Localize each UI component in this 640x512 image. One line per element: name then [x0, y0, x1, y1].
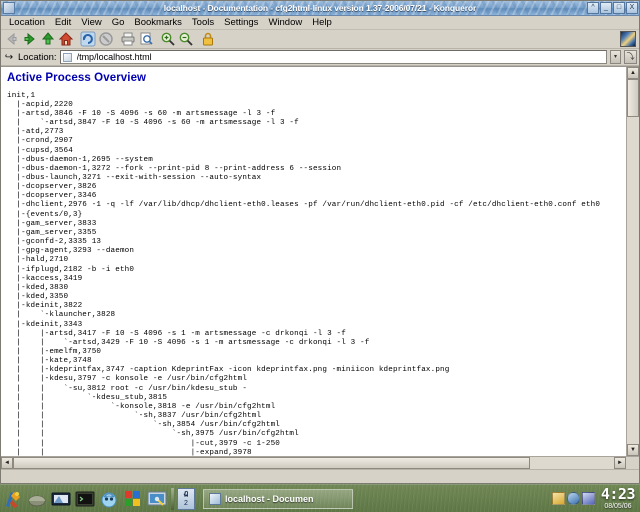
- kmix-tray-icon[interactable]: [581, 492, 595, 505]
- home-icon[interactable]: [58, 31, 74, 47]
- control-center-icon[interactable]: [146, 488, 168, 510]
- zoom-out-icon[interactable]: [178, 31, 194, 47]
- print-icon[interactable]: [120, 31, 136, 47]
- menu-location[interactable]: Location: [4, 16, 50, 29]
- menu-go[interactable]: Go: [107, 16, 130, 29]
- window-controls: ^ _ □ X: [587, 2, 638, 14]
- desktop-pager[interactable]: ฏ 2: [177, 487, 195, 510]
- horizontal-scroll-track[interactable]: [13, 457, 614, 469]
- menu-view[interactable]: View: [76, 16, 106, 29]
- menu-window[interactable]: Window: [263, 16, 307, 29]
- scroll-up-button[interactable]: ▲: [627, 67, 639, 79]
- security-lock-icon[interactable]: [200, 31, 216, 47]
- horizontal-scroll-thumb[interactable]: [13, 457, 530, 469]
- location-input-wrapper[interactable]: [59, 50, 607, 64]
- close-button[interactable]: X: [626, 2, 638, 14]
- klipper-tray-icon[interactable]: [551, 492, 565, 505]
- content-area: Active Process Overview init,1 |-acpid,2…: [1, 66, 639, 456]
- task-label: localhost - Documen: [225, 493, 314, 504]
- kpackage-icon[interactable]: [122, 488, 144, 510]
- file-manager-icon[interactable]: [50, 488, 72, 510]
- process-tree-output: init,1 |-acpid,2220 |-artsd,3846 -F 10 -…: [7, 91, 601, 456]
- konqueror-logo-icon[interactable]: [620, 31, 636, 47]
- stop-icon[interactable]: [98, 31, 114, 47]
- menu-edit[interactable]: Edit: [50, 16, 76, 29]
- page-favicon-icon: [62, 52, 72, 62]
- location-bar: ↪ Location: ▾ ⤵: [1, 49, 639, 66]
- html-page-view[interactable]: Active Process Overview init,1 |-acpid,2…: [1, 67, 626, 456]
- taskbar-divider: [171, 487, 174, 510]
- reload-icon[interactable]: [80, 31, 96, 47]
- forward-icon[interactable]: [22, 31, 38, 47]
- location-clear-button[interactable]: ⤵: [624, 50, 637, 64]
- scroll-right-button[interactable]: ►: [614, 457, 626, 469]
- clock-time: 4:23: [600, 485, 636, 503]
- vertical-scrollbar[interactable]: ▲ ▼: [626, 67, 639, 456]
- scroll-down-button[interactable]: ▼: [627, 444, 639, 456]
- pager-desktop-number: 2: [184, 499, 188, 507]
- clock-date: 08/05/06: [604, 503, 632, 510]
- task-list: localhost - Documen: [197, 488, 550, 509]
- location-arrow-icon: ↪: [4, 51, 14, 63]
- system-tray: [551, 492, 595, 505]
- pager-icon: ฏ: [183, 489, 189, 497]
- shade-button[interactable]: ^: [587, 2, 599, 14]
- zoom-in-icon[interactable]: [160, 31, 176, 47]
- menu-help[interactable]: Help: [307, 16, 337, 29]
- menu-settings[interactable]: Settings: [219, 16, 263, 29]
- print-preview-icon[interactable]: [138, 31, 154, 47]
- minimize-button[interactable]: _: [600, 2, 612, 14]
- show-desktop-icon[interactable]: [26, 488, 48, 510]
- back-icon[interactable]: [4, 31, 20, 47]
- scroll-left-button[interactable]: ◄: [1, 457, 13, 469]
- taskbar-task-konqueror[interactable]: localhost - Documen: [203, 488, 353, 509]
- vertical-scroll-thumb[interactable]: [627, 79, 639, 117]
- kmenu-icon[interactable]: [2, 488, 24, 510]
- network-tray-icon[interactable]: [566, 492, 580, 505]
- status-bar: [1, 469, 639, 483]
- location-input[interactable]: [74, 50, 604, 64]
- location-dropdown-button[interactable]: ▾: [610, 50, 621, 64]
- page-title: Active Process Overview: [7, 72, 147, 84]
- menu-tools[interactable]: Tools: [187, 16, 219, 29]
- horizontal-scrollbar[interactable]: ◄ ►: [1, 456, 639, 469]
- window-titlebar[interactable]: localhost - Documentation - cfg2html-lin…: [1, 1, 639, 16]
- terminal-icon[interactable]: [74, 488, 96, 510]
- main-toolbar: [1, 30, 639, 49]
- konqueror-browser-icon[interactable]: [98, 488, 120, 510]
- taskbar-clock[interactable]: 4:23 08/05/06: [600, 485, 638, 511]
- menu-bar: Location Edit View Go Bookmarks Tools Se…: [1, 16, 639, 30]
- menu-bookmarks[interactable]: Bookmarks: [129, 16, 187, 29]
- up-icon[interactable]: [40, 31, 56, 47]
- maximize-button[interactable]: □: [613, 2, 625, 14]
- location-label: Location:: [18, 51, 57, 63]
- vertical-scroll-track[interactable]: [627, 79, 639, 444]
- kde-taskbar: ฏ 2 localhost - Documen 4:23 08/05/06: [0, 484, 640, 512]
- window-title: localhost - Documentation - cfg2html-lin…: [163, 3, 477, 13]
- konqueror-icon: [209, 492, 221, 505]
- konqueror-window: localhost - Documentation - cfg2html-lin…: [0, 0, 640, 484]
- scrollbar-corner: [626, 457, 639, 469]
